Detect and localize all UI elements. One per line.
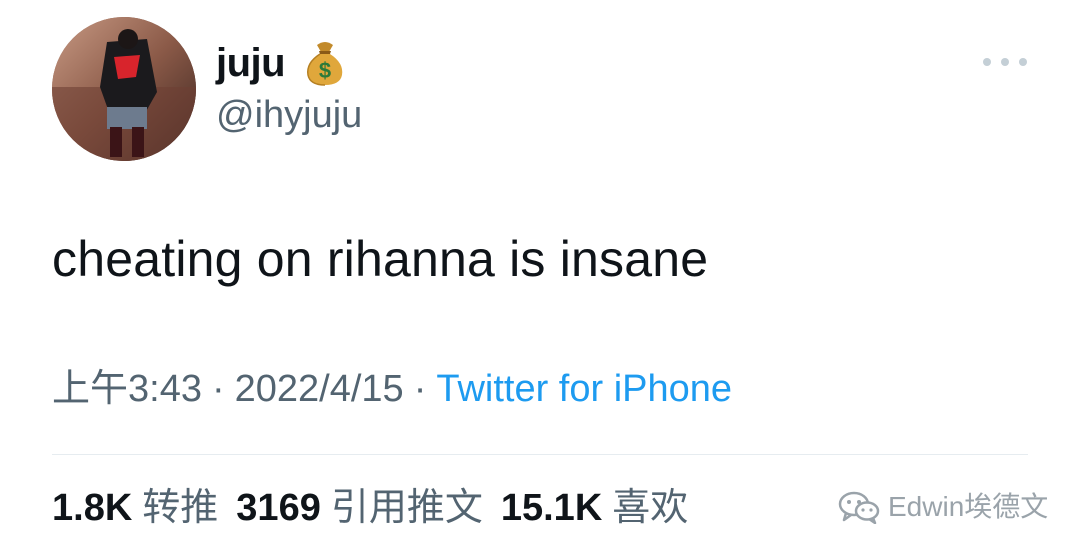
watermark-text: Edwin埃德文 xyxy=(888,491,1049,522)
more-options-icon[interactable] xyxy=(983,50,1027,74)
moneybag-icon: $ xyxy=(303,39,347,87)
author-name-row: juju $ xyxy=(216,36,347,90)
display-name[interactable]: juju xyxy=(216,43,286,83)
meta-separator: · xyxy=(413,368,427,410)
quote-tweets-count: 3169 xyxy=(236,487,321,529)
tweet-card: juju $ @ihyjuju cheating on rihanna is i… xyxy=(0,0,1080,558)
author-handle[interactable]: @ihyjuju xyxy=(216,96,362,134)
tweet-text: cheating on rihanna is insane xyxy=(52,231,709,287)
tweet-stats: 1.8K 转推 3169 引用推文 15.1K 喜欢 xyxy=(52,489,688,527)
meta-separator: · xyxy=(211,368,225,410)
likes-stat[interactable]: 15.1K 喜欢 xyxy=(501,489,688,527)
retweets-label: 转推 xyxy=(142,487,219,529)
quote-tweets-stat[interactable]: 3169 引用推文 xyxy=(236,489,483,527)
more-dot xyxy=(983,58,991,66)
retweets-stat[interactable]: 1.8K 转推 xyxy=(52,489,218,527)
avatar-image xyxy=(52,17,196,161)
quote-tweets-label: 引用推文 xyxy=(330,487,483,529)
more-dot xyxy=(1001,58,1009,66)
tweet-time[interactable]: 上午3:43 xyxy=(52,370,202,408)
avatar[interactable] xyxy=(52,17,196,161)
tweet-meta: 上午3:43 · 2022/4/15 · Twitter for iPhone xyxy=(52,370,732,408)
more-dot xyxy=(1019,58,1027,66)
wechat-icon xyxy=(838,490,880,525)
svg-text:$: $ xyxy=(319,58,331,83)
likes-count: 15.1K xyxy=(500,487,603,529)
watermark: Edwin埃德文 xyxy=(838,490,1049,525)
tweet-source-link[interactable]: Twitter for iPhone xyxy=(436,370,732,408)
divider xyxy=(52,454,1028,455)
likes-label: 喜欢 xyxy=(612,487,689,529)
tweet-date[interactable]: 2022/4/15 xyxy=(235,370,404,408)
retweets-count: 1.8K xyxy=(52,487,133,529)
